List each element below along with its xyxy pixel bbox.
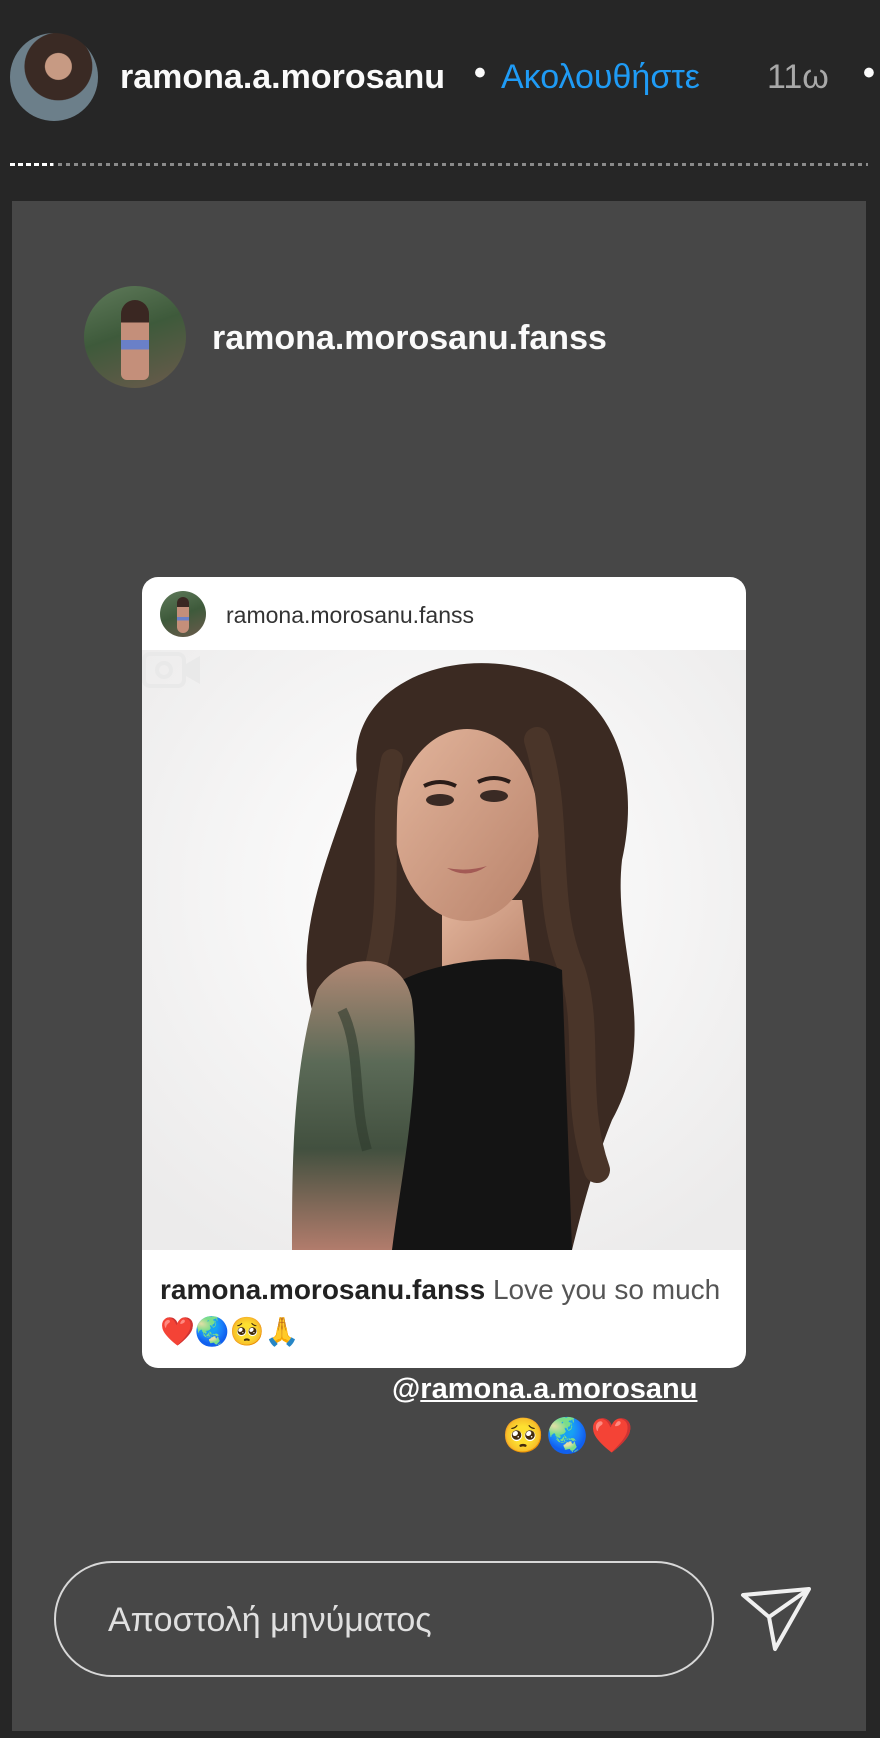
portrait-image xyxy=(142,650,746,1250)
follow-button[interactable]: Ακολουθήστε xyxy=(501,58,700,97)
caption-username: ramona.morosanu.fanss xyxy=(160,1274,486,1305)
shared-post-caption: ramona.morosanu.fanss Love you so much ❤… xyxy=(160,1269,730,1353)
story-progress-fill xyxy=(10,163,53,166)
shared-post-card[interactable]: ramona.morosanu.fanss ramona.morosanu.fa… xyxy=(142,577,746,1368)
story-progress-bar xyxy=(10,163,868,166)
reply-placeholder: Αποστολή μηνύματος xyxy=(108,1601,432,1639)
story-content[interactable]: ramona.morosanu.fanss ramona.morosanu.fa… xyxy=(12,201,866,1731)
send-icon[interactable] xyxy=(737,1579,817,1659)
reposter-avatar[interactable] xyxy=(84,286,186,388)
mention-emojis: 🥺🌏❤️ xyxy=(502,1417,636,1455)
more-options-icon[interactable]: • xyxy=(863,54,875,93)
reply-message-input[interactable]: Αποστολή μηνύματος xyxy=(54,1561,714,1677)
story-header: ramona.a.morosanu • Ακολουθήστε 11ω • xyxy=(0,0,880,200)
video-camera-icon xyxy=(142,652,200,688)
shared-post-avatar xyxy=(160,591,206,637)
mention-at: @ xyxy=(392,1373,421,1405)
story-author-avatar[interactable] xyxy=(10,33,98,121)
mention-sticker[interactable]: @ramona.a.morosanu xyxy=(392,1373,697,1406)
story-timestamp: 11ω xyxy=(767,58,829,96)
reposter-username[interactable]: ramona.morosanu.fanss xyxy=(212,319,607,358)
shared-post-photo xyxy=(142,650,746,1250)
shared-post-username: ramona.morosanu.fanss xyxy=(226,602,475,628)
story-author-username[interactable]: ramona.a.morosanu xyxy=(120,58,445,97)
mention-handle[interactable]: ramona.a.morosanu xyxy=(420,1373,697,1405)
separator-dot: • xyxy=(474,54,486,92)
